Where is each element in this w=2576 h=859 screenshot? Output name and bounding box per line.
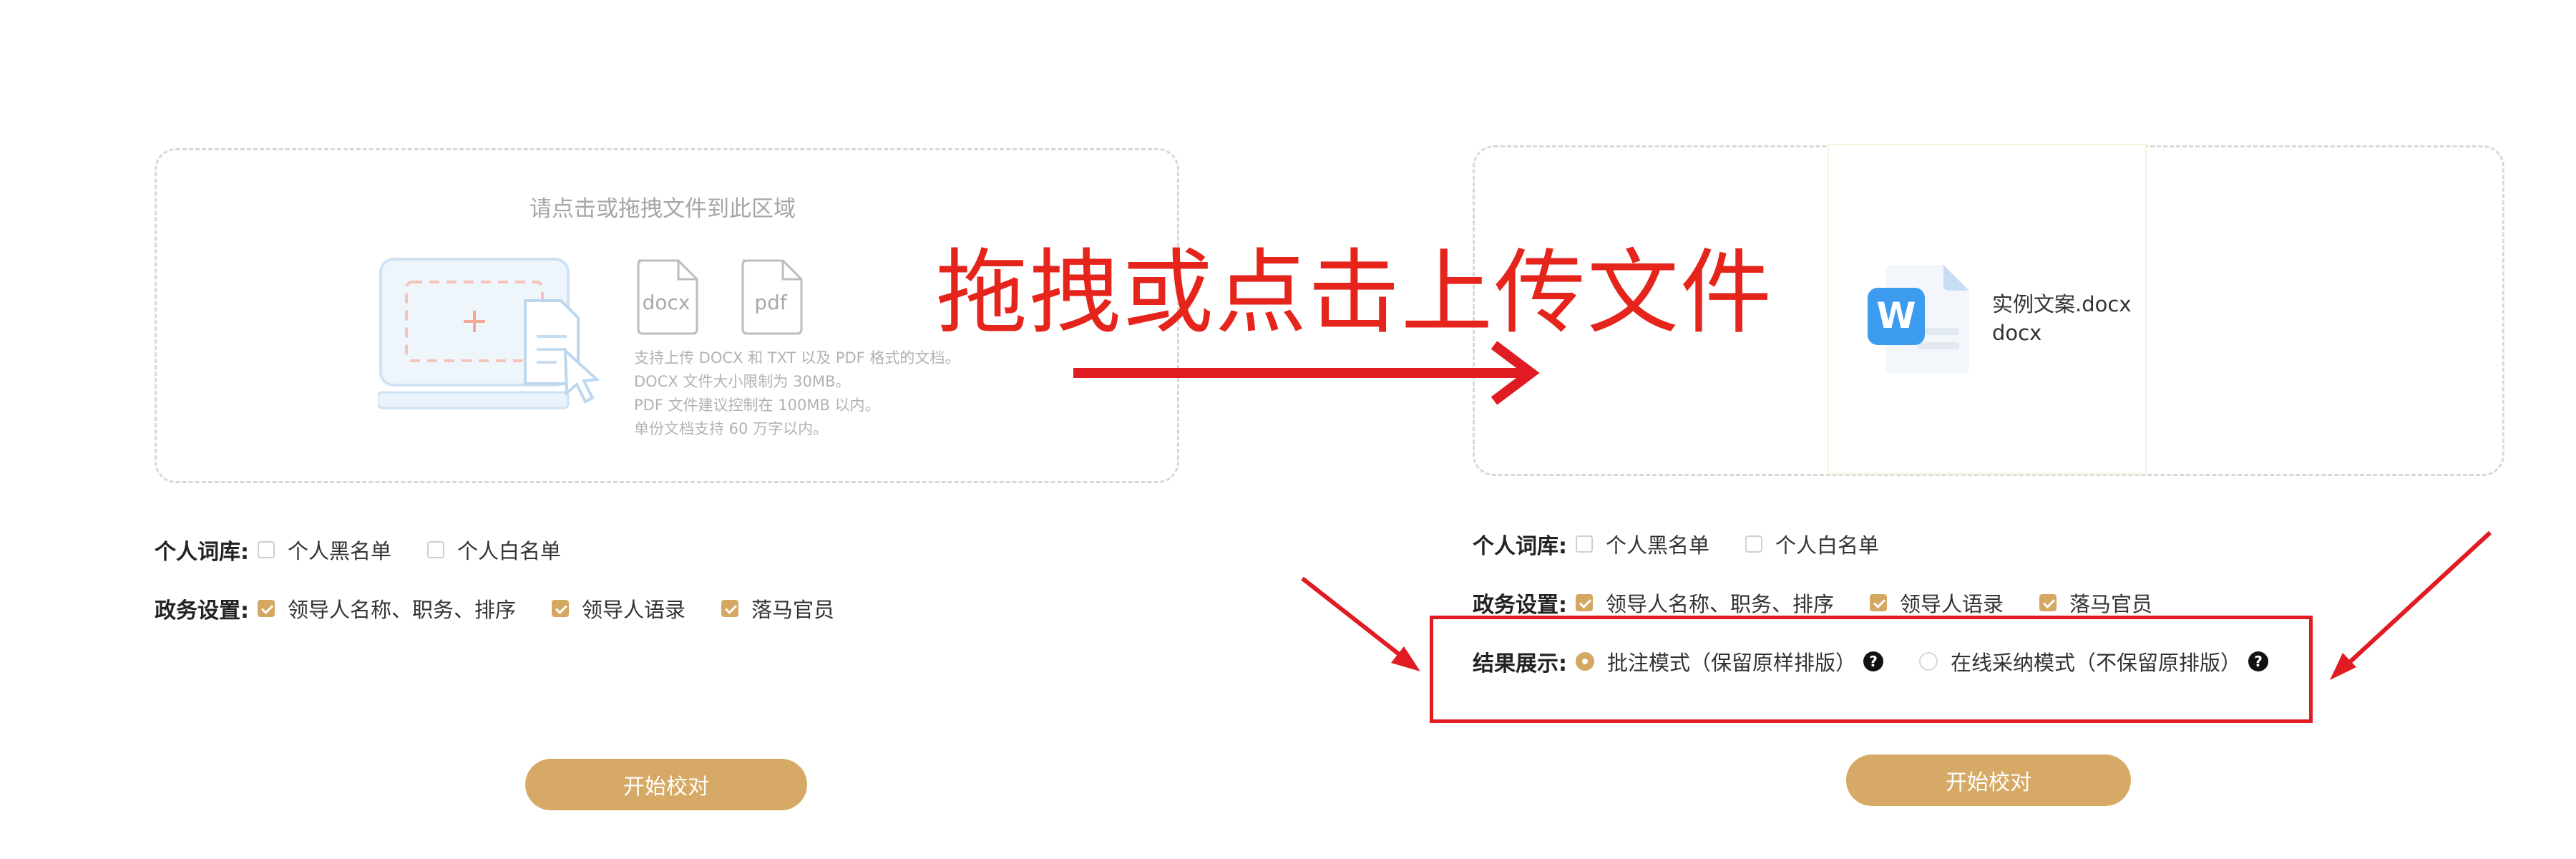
diagonal-arrow-left-icon (1301, 576, 1420, 671)
annotation-arrows (1073, 341, 2492, 680)
diagonal-arrow-right-icon (2330, 530, 2492, 680)
right-arrow-icon (1073, 341, 1540, 405)
